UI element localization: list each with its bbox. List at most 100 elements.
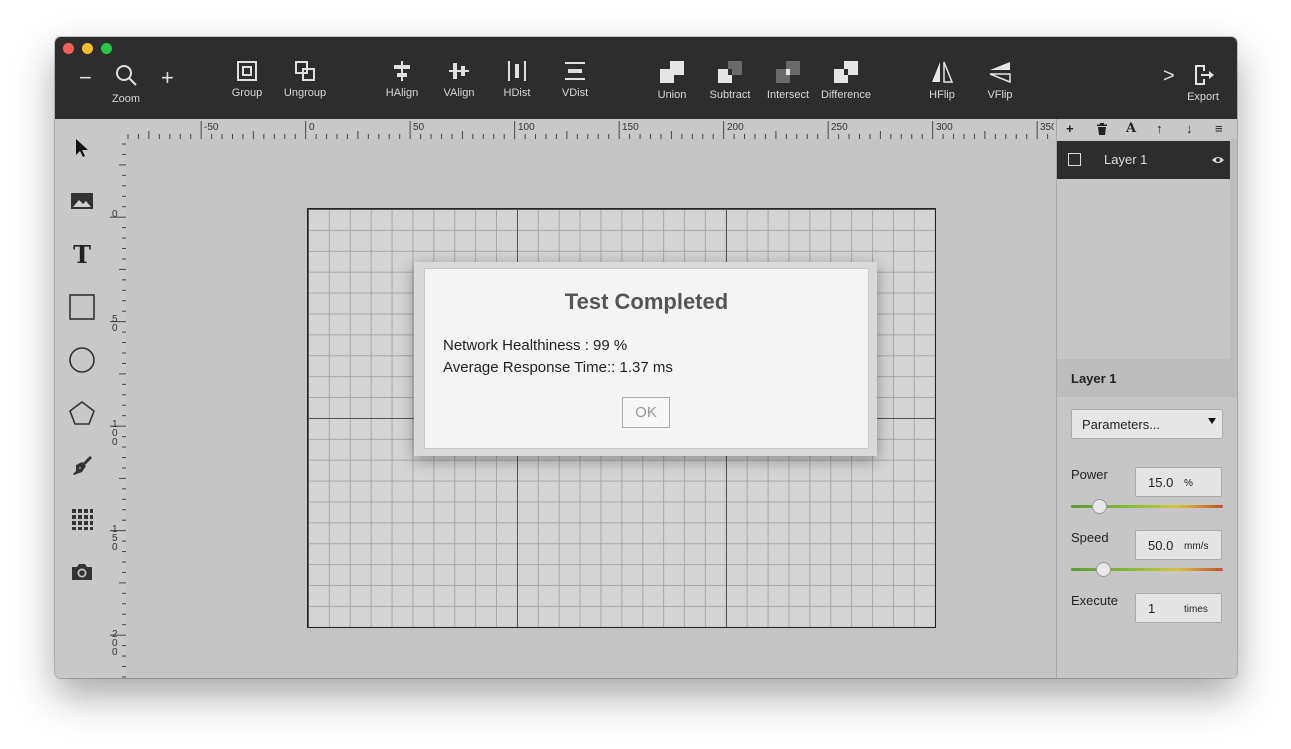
speed-label: Speed xyxy=(1071,530,1109,545)
halign-button[interactable]: HAlign xyxy=(370,59,434,111)
zoom-label: Zoom xyxy=(111,93,141,105)
vdist-label: VDist xyxy=(561,87,589,99)
hflip-button[interactable]: HFlip xyxy=(910,59,974,111)
close-window-button[interactable] xyxy=(63,43,74,54)
halign-label: HAlign xyxy=(385,87,419,99)
execute-value: 1 xyxy=(1148,601,1156,616)
properties-panel: Parameters... Power 15.0 % Speed 50.0 mm… xyxy=(1057,397,1237,678)
layers-toolbar: + A ↑ ↓ ≡ xyxy=(1057,119,1237,139)
export-button[interactable]: Export xyxy=(1171,63,1235,115)
ruler-corner xyxy=(108,119,125,139)
ok-button[interactable]: OK xyxy=(622,397,670,428)
polygon-tool[interactable] xyxy=(67,398,97,428)
camera-tool[interactable] xyxy=(67,557,97,587)
text-layer-button[interactable]: A xyxy=(1126,121,1136,136)
hdist-icon xyxy=(508,61,526,81)
text-icon: T xyxy=(73,239,91,269)
execute-input[interactable]: 1 times xyxy=(1135,593,1222,623)
test-completed-dialog: Test Completed Network Healthiness : 99 … xyxy=(424,268,869,449)
magnifier-icon xyxy=(116,65,137,86)
speed-input[interactable]: 50.0 mm/s xyxy=(1135,530,1222,560)
ruler-top-label: 350 xyxy=(1040,122,1054,133)
ungroup-label: Ungroup xyxy=(283,87,327,99)
minimize-window-button[interactable] xyxy=(82,43,93,54)
group-icon xyxy=(237,61,257,81)
speed-slider-thumb[interactable] xyxy=(1096,562,1112,577)
layers-panel: + A ↑ ↓ ≡ Layer 1 Layer 1 Parameters... … xyxy=(1056,119,1237,678)
ruler-top-label: 50 xyxy=(413,122,425,133)
hdist-button[interactable]: HDist xyxy=(485,59,549,111)
properties-title: Layer 1 xyxy=(1071,371,1117,386)
intersect-icon xyxy=(776,61,800,83)
rectangle-tool[interactable] xyxy=(67,292,97,322)
ungroup-button[interactable]: Ungroup xyxy=(273,59,337,111)
zoom-control[interactable]: Zoom xyxy=(109,63,143,111)
valign-icon xyxy=(449,63,469,79)
intersect-button[interactable]: Intersect xyxy=(756,59,820,111)
hflip-label: HFlip xyxy=(929,89,955,101)
speed-slider[interactable] xyxy=(1071,562,1223,577)
power-input[interactable]: 15.0 % xyxy=(1135,467,1222,497)
add-layer-button[interactable]: + xyxy=(1066,121,1074,136)
pointer-icon xyxy=(76,139,88,157)
text-tool[interactable]: T xyxy=(67,239,97,269)
ruler-top: -50 0 50 100 150 200 250 300 350 xyxy=(125,119,1056,140)
mode-select[interactable]: Parameters... xyxy=(1071,409,1223,439)
union-button[interactable]: Union xyxy=(640,59,704,111)
trash-icon[interactable] xyxy=(1096,123,1108,135)
ruler-top-label: -50 xyxy=(204,122,219,133)
union-label: Union xyxy=(657,89,687,101)
subtract-icon xyxy=(718,61,742,83)
ruler-left-label: 2 0 0 xyxy=(112,629,118,658)
ruler-left: 0 5 0 1 0 0 1 5 0 2 0 0 xyxy=(108,139,127,678)
layer-checkbox[interactable] xyxy=(1068,153,1081,166)
power-label: Power xyxy=(1071,467,1108,482)
speed-value: 50.0 xyxy=(1148,538,1174,553)
ruler-top-label: 250 xyxy=(831,122,848,133)
speed-unit: mm/s xyxy=(1184,541,1209,552)
move-layer-down-button[interactable]: ↓ xyxy=(1186,121,1193,136)
vdist-icon xyxy=(565,62,585,80)
pen-tool[interactable] xyxy=(67,451,97,481)
power-slider[interactable] xyxy=(1071,499,1223,514)
vflip-button[interactable]: VFlip xyxy=(968,59,1032,111)
zoom-out-button[interactable]: − xyxy=(79,65,92,91)
circle-icon xyxy=(69,347,95,373)
ruler-top-label: 150 xyxy=(622,122,639,133)
ruler-top-ticks xyxy=(127,121,1049,139)
average-response-text: Average Response Time:: 1.37 ms xyxy=(443,359,673,376)
ruler-left-label: 0 xyxy=(112,209,118,220)
layers-menu-button[interactable]: ≡ xyxy=(1215,121,1223,136)
ellipse-tool[interactable] xyxy=(67,345,97,375)
layers-scrollbar[interactable] xyxy=(1230,139,1237,359)
zoom-window-button[interactable] xyxy=(101,43,112,54)
ruler-left-label: 1 5 0 xyxy=(112,524,118,553)
difference-label: Difference xyxy=(821,89,871,101)
properties-header: Layer 1 xyxy=(1057,359,1237,397)
rectangle-icon xyxy=(69,294,95,320)
vdist-button[interactable]: VDist xyxy=(543,59,607,111)
valign-button[interactable]: VAlign xyxy=(427,59,491,111)
power-unit: % xyxy=(1184,478,1193,489)
move-layer-up-button[interactable]: ↑ xyxy=(1156,121,1163,136)
subtract-button[interactable]: Subtract xyxy=(698,59,762,111)
select-tool[interactable] xyxy=(67,133,97,163)
image-tool[interactable] xyxy=(67,186,97,216)
group-label: Group xyxy=(231,87,263,99)
zoom-in-button[interactable]: + xyxy=(161,65,174,91)
eye-icon[interactable] xyxy=(1211,155,1225,165)
ruler-top-label: 200 xyxy=(727,122,744,133)
ruler-top-label: 0 xyxy=(309,122,315,133)
execute-unit: times xyxy=(1184,604,1208,615)
ruler-top-label: 300 xyxy=(936,122,953,133)
intersect-label: Intersect xyxy=(766,89,810,101)
array-tool[interactable] xyxy=(67,504,97,534)
halign-icon xyxy=(394,61,410,81)
difference-button[interactable]: Difference xyxy=(814,59,878,111)
pen-nib-icon xyxy=(73,456,92,475)
layer-item[interactable]: Layer 1 xyxy=(1057,141,1230,179)
power-slider-thumb[interactable] xyxy=(1091,499,1107,514)
group-button[interactable]: Group xyxy=(215,59,279,111)
ungroup-icon xyxy=(295,61,315,81)
app-window: − Zoom + Group Ungroup HAlign VAlign HDi… xyxy=(55,37,1237,678)
